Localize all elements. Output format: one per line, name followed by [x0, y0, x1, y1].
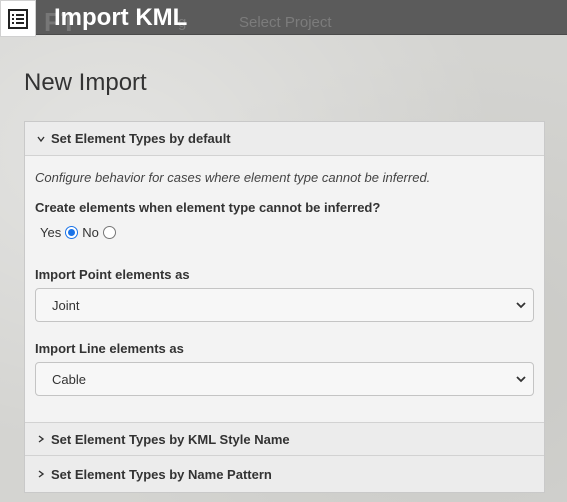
- section-title: Set Element Types by default: [51, 131, 231, 146]
- window-title: Import KML: [54, 4, 188, 31]
- radio-yes[interactable]: [65, 226, 79, 239]
- line-type-label: Import Line elements as: [35, 341, 184, 356]
- chevron-down-icon: [515, 299, 527, 311]
- line-type-value: Cable: [52, 371, 86, 387]
- import-settings-panel: Set Element Types by default Configure b…: [24, 121, 545, 493]
- background-nav-item: Select Project: [239, 14, 332, 31]
- section-hint: Configure behavior for cases where eleme…: [35, 170, 431, 185]
- radio-no-label: No: [82, 225, 99, 240]
- page-title: New Import: [24, 69, 147, 96]
- section-title: Set Element Types by KML Style Name: [51, 431, 290, 447]
- radio-yes-label: Yes: [40, 225, 62, 240]
- point-type-select[interactable]: Joint: [35, 288, 534, 322]
- chevron-down-icon: [515, 373, 527, 385]
- chevron-right-icon: [35, 433, 47, 445]
- section-header-default-types[interactable]: Set Element Types by default: [25, 122, 544, 156]
- chevron-right-icon: [35, 468, 47, 480]
- point-type-label: Import Point elements as: [35, 267, 190, 282]
- create-elements-question: Create elements when element type cannot…: [35, 200, 381, 215]
- chevron-down-icon: [35, 133, 47, 145]
- section-header-name-pattern[interactable]: Set Element Types by Name Pattern: [25, 457, 544, 491]
- list-icon[interactable]: [0, 0, 36, 37]
- create-elements-radio-group: Yes No: [40, 225, 120, 240]
- section-header-kml-style[interactable]: Set Element Types by KML Style Name: [25, 422, 544, 456]
- line-type-select[interactable]: Cable: [35, 362, 534, 396]
- section-body-default-types: Configure behavior for cases where eleme…: [25, 156, 544, 422]
- radio-no[interactable]: [102, 226, 116, 239]
- section-title: Set Element Types by Name Pattern: [51, 466, 272, 482]
- point-type-value: Joint: [52, 297, 80, 313]
